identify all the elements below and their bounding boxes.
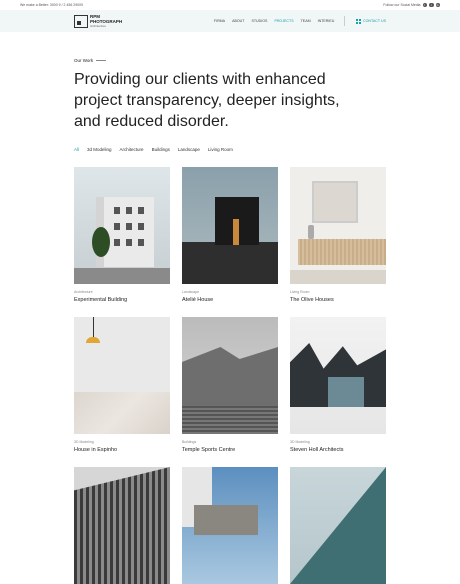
project-image[interactable] [74,317,170,434]
filter-landscape[interactable]: Landscape [178,147,200,152]
menu-item-about[interactable]: ABOUT [232,19,244,23]
project-category: 3D Modeling [290,440,310,444]
linkedin-icon[interactable]: in [435,2,440,8]
project-card[interactable] [290,467,386,584]
project-card[interactable]: Landscape Atelié House [182,167,278,303]
project-image[interactable] [74,467,170,584]
top-bar: We make a Better: 3000 9 / 2 456 29009 F… [0,0,460,10]
contact-button[interactable]: CONTACT US [355,18,386,24]
filter-tabs: All 3d Modeling Architecture Buildings L… [74,147,233,152]
logo-tagline: Architecture [90,24,107,28]
logo-mark-icon [74,14,88,28]
project-image[interactable] [74,167,170,284]
project-title[interactable]: Steven Holl Architects [290,447,386,453]
project-category: Architecture [74,290,93,294]
project-card[interactable]: Architecture Experimental Building [74,167,170,303]
project-category: Landscape [182,290,200,294]
filter-architecture[interactable]: Architecture [120,147,144,152]
menu-item-interieu[interactable]: INTERIEU [318,19,335,23]
contact-label: CONTACT US [362,19,386,23]
project-title[interactable]: House in Espinho [74,447,170,453]
project-image[interactable] [290,317,386,434]
twitter-icon[interactable]: t [429,2,434,8]
social-links: Follow our Social Media f t in [383,2,440,8]
filter-buildings[interactable]: Buildings [152,147,170,152]
project-category: 3D Modeling [74,440,94,444]
menu-divider [344,16,345,26]
project-card[interactable] [74,467,170,584]
filter-3d-modeling[interactable]: 3d Modeling [87,147,112,152]
top-bar-info: We make a Better: 3000 9 / 2 456 29009 [20,3,83,7]
project-card[interactable]: Living Room The Olive Houses [290,167,386,303]
facebook-icon[interactable]: f [422,2,427,8]
project-image[interactable] [290,467,386,584]
main-nav: RPM PHOTOGRAPH Architecture FIRMA ABOUT … [0,10,460,32]
filter-all[interactable]: All [74,147,79,152]
section-label-line [96,60,107,61]
project-image[interactable] [182,317,278,434]
page-title: Providing our clients with enhanced proj… [74,71,340,130]
project-image[interactable] [182,167,278,284]
menu-item-projects[interactable]: PROJECTS [274,19,293,23]
grid-icon [355,18,361,24]
menu-item-team[interactable]: TEAM [301,19,311,23]
section-label-text: Our Work [74,58,94,63]
project-category: Buildings [182,440,197,444]
project-card[interactable] [182,467,278,584]
project-card[interactable]: Buildings Temple Sports Centre [182,317,278,453]
project-title[interactable]: Experimental Building [74,297,170,303]
menu: FIRMA ABOUT STUDIOS PROJECTS TEAM INTERI… [214,16,386,26]
project-card[interactable]: 3D Modeling Steven Holl Architects [290,317,386,453]
site-logo[interactable]: RPM PHOTOGRAPH Architecture [74,14,122,28]
project-image[interactable] [290,167,386,284]
menu-item-firma[interactable]: FIRMA [214,19,225,23]
project-title[interactable]: The Olive Houses [290,297,386,303]
project-title[interactable]: Atelié House [182,297,278,303]
social-label: Follow our Social Media [383,3,421,7]
project-card[interactable]: 3D Modeling House in Espinho [74,317,170,453]
filter-living-room[interactable]: Living Room [208,147,233,152]
project-category: Living Room [290,290,310,294]
section-label: Our Work [74,58,107,63]
menu-item-studios[interactable]: STUDIOS [251,19,267,23]
project-title[interactable]: Temple Sports Centre [182,447,278,453]
project-image[interactable] [182,467,278,584]
